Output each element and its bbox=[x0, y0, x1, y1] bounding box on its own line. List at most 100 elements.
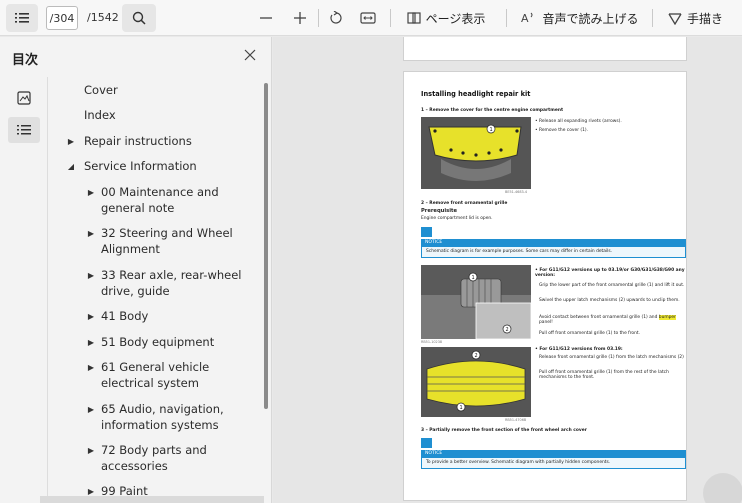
minus-icon bbox=[260, 17, 272, 19]
svg-text:1: 1 bbox=[490, 127, 493, 133]
toc-panel: 目次 Cover Index ▶ Repair instructions ◢ S… bbox=[0, 37, 272, 503]
document-viewer[interactable]: Installing headlight repair kit 1 – Remo… bbox=[273, 37, 742, 503]
toc-item-line: accessories bbox=[101, 459, 168, 473]
toc-item-line: electrical system bbox=[101, 376, 199, 390]
toc-item-line: 61 General vehicle bbox=[101, 360, 210, 374]
step-2-title: 2 – Remove front ornamental grille bbox=[421, 201, 508, 206]
notice-header: NOTICE bbox=[421, 239, 686, 246]
read-aloud-button[interactable]: A 音声で読み上げる bbox=[518, 4, 642, 32]
chevron-right-icon[interactable]: ▶ bbox=[86, 404, 96, 414]
toc-item-41[interactable]: 41 Body bbox=[101, 308, 148, 324]
toc-item-line: 33 Rear axle, rear-wheel bbox=[101, 268, 242, 282]
toc-item-service-information[interactable]: Service Information bbox=[84, 158, 197, 174]
step-1-bullet: • Remove the cover (1). bbox=[535, 128, 589, 133]
toc-item-cover[interactable]: Cover bbox=[84, 82, 118, 98]
image-icon bbox=[17, 91, 31, 105]
step-1-bullet: • Release all expanding rivets (arrows). bbox=[535, 119, 622, 124]
g11-step: Grip the lower part of the front ornamen… bbox=[539, 283, 685, 288]
toc-item-65[interactable]: 65 Audio, navigation, information systems bbox=[101, 401, 224, 433]
page-view-button[interactable]: ページ表示 bbox=[400, 4, 492, 32]
toc-item-repair-instructions[interactable]: Repair instructions bbox=[84, 133, 192, 149]
toc-item-line: drive, guide bbox=[101, 284, 170, 298]
toolbar-divider bbox=[318, 9, 319, 27]
draw-label: 手描き bbox=[687, 11, 724, 26]
g11-title: • For G11/G12 versions up to 03.19/or G3… bbox=[535, 268, 685, 278]
toc-item-61[interactable]: 61 General vehicle electrical system bbox=[101, 359, 209, 391]
thumbnails-button[interactable] bbox=[8, 85, 40, 111]
svg-text:1: 1 bbox=[472, 275, 475, 281]
image-caption: RB51-4706B bbox=[505, 418, 527, 422]
chevron-right-icon[interactable]: ▶ bbox=[86, 362, 96, 372]
g11-step: Swivel the upper latch mechanisms (2) up… bbox=[539, 298, 680, 303]
toc-list: Cover Index ▶ Repair instructions ◢ Serv… bbox=[48, 77, 262, 503]
read-aloud-icon: A bbox=[521, 12, 533, 25]
toc-item-51[interactable]: 51 Body equipment bbox=[101, 334, 214, 350]
g11b-step: Release front ornamental grille (1) from… bbox=[539, 355, 684, 360]
toc-item-32[interactable]: 32 Steering and Wheel Alignment bbox=[101, 225, 233, 257]
toc-item-index[interactable]: Index bbox=[84, 107, 116, 123]
chevron-right-icon[interactable]: ▶ bbox=[66, 136, 76, 146]
toc-item-00[interactable]: 00 Maintenance and general note bbox=[101, 184, 219, 216]
toc-scrollbar[interactable] bbox=[264, 83, 268, 409]
previous-page bbox=[403, 37, 687, 61]
grille-removal-image: 1 2 bbox=[421, 265, 531, 339]
g11b-title: • For G11/G12 versions from 03.19: bbox=[535, 347, 623, 352]
chevron-right-icon[interactable]: ▶ bbox=[86, 311, 96, 321]
toc-item-72[interactable]: 72 Body parts and accessories bbox=[101, 442, 207, 474]
rotate-button[interactable] bbox=[322, 4, 350, 32]
page-view-icon bbox=[407, 12, 421, 24]
grille-latch-illustration: 2 1 bbox=[421, 347, 531, 417]
chevron-right-icon[interactable]: ▶ bbox=[86, 228, 96, 238]
svg-text:A: A bbox=[521, 12, 529, 25]
g11-step-text: panel! bbox=[539, 320, 553, 325]
engine-cover-illustration: 1 bbox=[421, 117, 531, 189]
list-icon bbox=[17, 125, 31, 135]
search-button[interactable] bbox=[122, 4, 156, 32]
chevron-down-icon[interactable]: ◢ bbox=[66, 161, 76, 171]
toolbar: /304 /1542 ページ表示 A 音声で読み上げる 手描き bbox=[0, 0, 742, 36]
notice-text: Schematic diagram is for example purpose… bbox=[421, 246, 686, 258]
svg-text:2: 2 bbox=[475, 353, 478, 359]
g11-step: Avoid contact between front ornamental g… bbox=[539, 315, 685, 325]
toc-item-line: 32 Steering and Wheel bbox=[101, 226, 233, 240]
engine-cover-image: 1 bbox=[421, 117, 531, 189]
close-toc-button[interactable] bbox=[240, 45, 260, 65]
floating-action-button[interactable] bbox=[703, 473, 742, 503]
search-icon bbox=[132, 11, 146, 25]
g11-step-text: Avoid contact between front ornamental g… bbox=[539, 315, 659, 320]
notice-header: NOTICE bbox=[421, 450, 686, 457]
fit-width-icon bbox=[360, 12, 376, 24]
prerequisite-label: Prerequisite bbox=[421, 208, 458, 214]
read-aloud-label: 音声で読み上げる bbox=[542, 11, 639, 26]
step-1-title: 1 – Remove the cover for the centre engi… bbox=[421, 108, 564, 113]
draw-button[interactable]: 手描き bbox=[668, 4, 742, 32]
toc-toggle-button[interactable] bbox=[6, 4, 38, 32]
svg-text:2: 2 bbox=[506, 327, 509, 333]
image-caption: RB51-10238 bbox=[421, 340, 443, 344]
toc-item-line: Alignment bbox=[101, 242, 160, 256]
fit-width-button[interactable] bbox=[354, 4, 382, 32]
page-view-label: ページ表示 bbox=[425, 11, 486, 26]
close-icon bbox=[244, 49, 256, 61]
g11b-step: Pull off front ornamental grille (1) fro… bbox=[539, 370, 669, 380]
chevron-right-icon[interactable]: ▶ bbox=[86, 445, 96, 455]
list-icon bbox=[15, 13, 29, 23]
toolbar-divider bbox=[652, 9, 653, 27]
chevron-right-icon[interactable]: ▶ bbox=[86, 337, 96, 347]
image-caption: BE51-4683-4 bbox=[505, 190, 528, 194]
plus-icon bbox=[294, 12, 306, 24]
page-number-input[interactable]: /304 bbox=[46, 6, 78, 30]
draw-icon bbox=[668, 13, 682, 25]
toc-item-line: information systems bbox=[101, 418, 219, 432]
page-total: /1542 bbox=[87, 11, 119, 24]
zoom-in-button[interactable] bbox=[286, 4, 314, 32]
grille-removal-illustration: 1 2 bbox=[421, 265, 531, 339]
chevron-right-icon[interactable]: ▶ bbox=[86, 187, 96, 197]
horizontal-scrollbar[interactable] bbox=[40, 496, 264, 503]
zoom-out-button[interactable] bbox=[252, 4, 280, 32]
toc-item-line: general note bbox=[101, 201, 175, 215]
toc-view-button[interactable] bbox=[8, 117, 40, 143]
chevron-right-icon[interactable]: ▶ bbox=[86, 486, 96, 496]
toc-item-33[interactable]: 33 Rear axle, rear-wheel drive, guide bbox=[101, 267, 241, 299]
chevron-right-icon[interactable]: ▶ bbox=[86, 270, 96, 280]
